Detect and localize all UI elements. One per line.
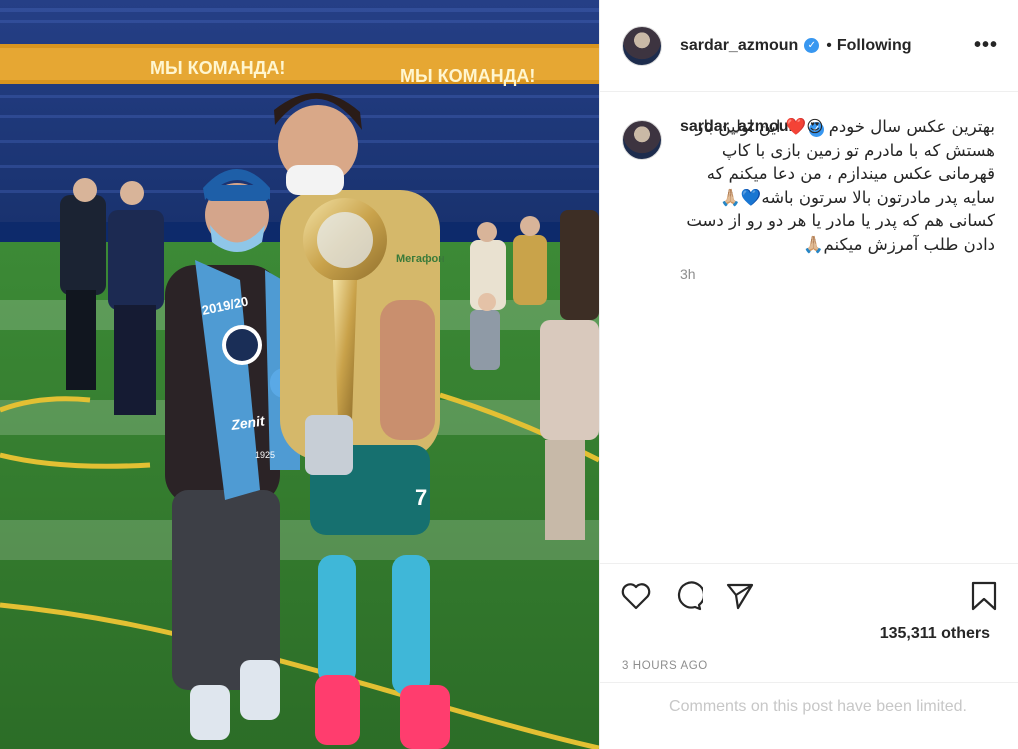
post-caption: sardar_azmoun ✓ بهترین عکس سال خودم 😍❤️ …	[622, 117, 998, 282]
post-actions: 135,311 others 3 HOURS AGO Comments on t…	[600, 563, 1018, 733]
bookmark-icon[interactable]	[968, 580, 1000, 612]
shirt-number-text: 7	[415, 485, 427, 510]
following-button[interactable]: Following	[837, 37, 912, 55]
more-options-icon[interactable]: •••	[974, 34, 998, 57]
caption-time[interactable]: 3h	[680, 266, 995, 282]
heart-icon[interactable]	[620, 580, 652, 612]
likes-count[interactable]: 135,311 others	[880, 625, 990, 643]
caption-avatar[interactable]	[622, 120, 662, 160]
shirt-sponsor-text: Мегафон	[396, 253, 445, 265]
comment-icon[interactable]	[672, 580, 704, 612]
header-username[interactable]: sardar_azmoun	[680, 37, 798, 55]
post-side-panel: sardar_azmoun ✓ • Following ••• sardar_a…	[599, 0, 1018, 749]
post-header: sardar_azmoun ✓ • Following •••	[600, 0, 1018, 92]
banner-text-left: МЫ КОМАНДА!	[150, 58, 285, 78]
banner-text-right: МЫ КОМАНДА!	[400, 66, 535, 86]
comments-limited-notice: Comments on this post have been limited.	[600, 682, 1018, 731]
post-photo[interactable]: МЫ КОМАНДА! МЫ КОМАНДА! 2019/20 Zenit 19…	[0, 0, 599, 749]
post-timestamp[interactable]: 3 HOURS AGO	[622, 660, 708, 672]
photo-illustration: МЫ КОМАНДА! МЫ КОМАНДА! 2019/20 Zenit 19…	[0, 0, 599, 749]
header-separator: •	[826, 36, 832, 54]
share-icon[interactable]	[724, 580, 756, 612]
avatar[interactable]	[622, 25, 662, 66]
verified-badge-icon: ✓	[804, 38, 820, 53]
scarf-year-text: 1925	[255, 450, 275, 460]
caption-text: بهترین عکس سال خودم 😍❤️ این اولین بار هس…	[681, 117, 995, 254]
